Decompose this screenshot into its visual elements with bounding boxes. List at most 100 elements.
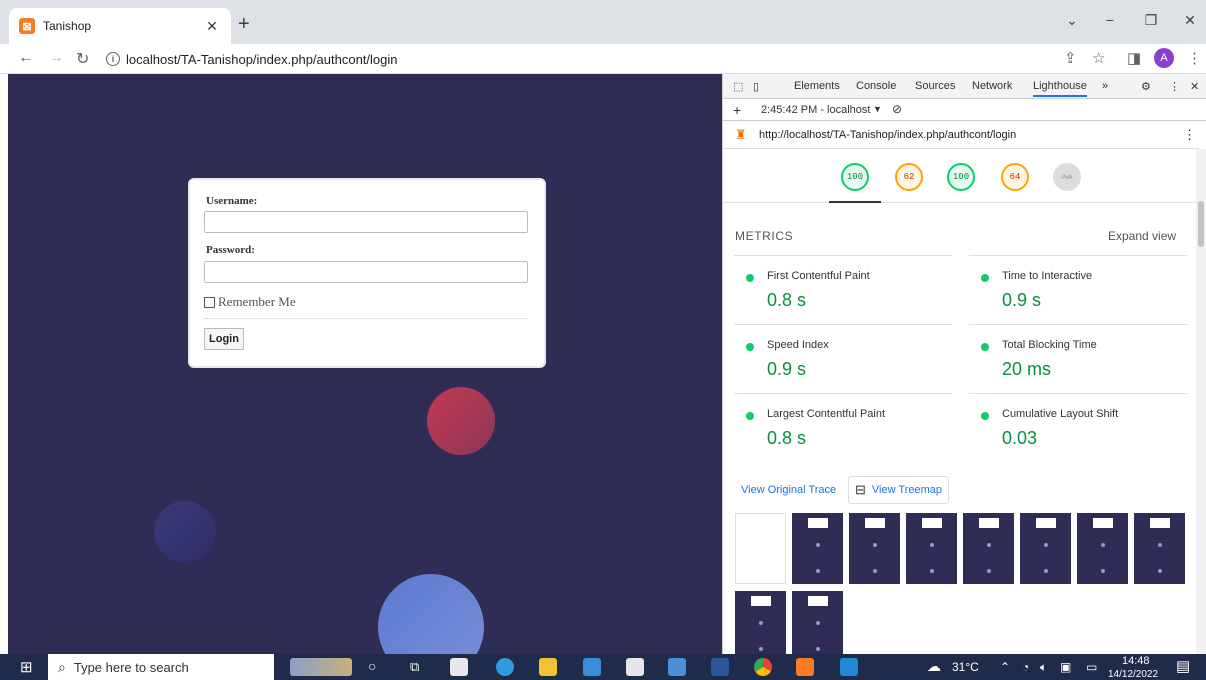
metric-item: Cumulative Layout Shift 0.03 — [969, 393, 1187, 462]
page-viewport: Username: Password: Remember Me Login — [8, 74, 722, 654]
reload-icon[interactable]: ↻ — [76, 49, 89, 69]
notification-icon[interactable]: ▤ — [1176, 657, 1190, 675]
tab-sources[interactable]: Sources — [915, 80, 955, 92]
profile-avatar[interactable]: A — [1154, 48, 1174, 68]
settings-gear-icon[interactable]: ⚙ — [1141, 80, 1151, 93]
audited-url[interactable]: http://localhost/TA-Tanishop/index.php/a… — [759, 129, 1016, 141]
performance-score-gauge[interactable]: 100 — [841, 163, 869, 191]
scrollbar-thumb[interactable] — [1198, 201, 1204, 247]
devtools-menu-icon[interactable]: ⋮ — [1169, 80, 1180, 93]
input-method-icon[interactable]: ▭ — [1086, 660, 1097, 674]
score-gauges: 100 62 100 64 PWA — [723, 149, 1199, 203]
divider — [204, 318, 528, 319]
forward-icon[interactable]: → — [48, 49, 64, 67]
word-app-icon[interactable] — [711, 658, 729, 676]
metric-value: 0.9 s — [767, 359, 807, 379]
seo-score-gauge[interactable]: 64 — [1001, 163, 1029, 191]
pwa-score-gauge[interactable]: PWA — [1053, 163, 1081, 191]
metric-name: Time to Interactive — [1002, 270, 1093, 282]
filmstrip-frame — [792, 513, 843, 584]
view-original-trace-button[interactable]: View Original Trace — [735, 476, 842, 504]
new-tab-icon[interactable]: + — [238, 13, 250, 36]
taskbar-search-placeholder: Type here to search — [73, 659, 189, 675]
address-url: localhost/TA-Tanishop/index.php/authcont… — [126, 51, 398, 67]
tab-close-icon[interactable]: ✕ — [203, 18, 221, 35]
report-selector[interactable]: 2:45:42 PM - localhost — [761, 104, 870, 116]
tab-elements[interactable]: Elements — [794, 80, 840, 92]
cortana-icon[interactable]: ○ — [368, 658, 376, 674]
browser-tab[interactable]: ⊠ Tanishop ✕ — [9, 8, 231, 44]
tab-lighthouse[interactable]: Lighthouse — [1033, 80, 1087, 97]
new-report-icon[interactable]: + — [733, 102, 741, 118]
microsoft-store-icon[interactable] — [626, 658, 644, 676]
side-panel-icon[interactable]: ◨ — [1127, 49, 1141, 67]
metric-name: First Contentful Paint — [767, 270, 870, 282]
decorative-circle — [154, 501, 216, 563]
devtools-scrollbar[interactable] — [1196, 149, 1206, 654]
metric-name: Total Blocking Time — [1002, 339, 1097, 351]
back-icon[interactable]: ← — [18, 49, 34, 67]
file-explorer-icon[interactable] — [539, 658, 557, 676]
temperature[interactable]: 31°C — [952, 660, 979, 674]
clock-time[interactable]: 14:48 — [1122, 655, 1150, 667]
clock-date[interactable]: 14/12/2022 — [1108, 669, 1158, 680]
devtools-close-icon[interactable]: ✕ — [1190, 80, 1199, 93]
filmstrip-frame — [1134, 513, 1185, 584]
tab-search-icon[interactable]: ⌄ — [1062, 12, 1082, 29]
address-bar[interactable]: i localhost/TA-Tanishop/index.php/authco… — [106, 47, 1056, 71]
bookmark-star-icon[interactable]: ☆ — [1092, 49, 1105, 67]
metrics-heading: METRICS — [735, 229, 794, 243]
username-input[interactable] — [204, 211, 528, 233]
device-toolbar-icon[interactable]: ▯ — [753, 80, 759, 93]
metric-item: Total Blocking Time 20 ms — [969, 324, 1187, 393]
tab-network[interactable]: Network — [972, 80, 1012, 92]
login-button[interactable]: Login — [204, 328, 244, 350]
best-practices-score-gauge[interactable]: 100 — [947, 163, 975, 191]
remember-me-checkbox[interactable] — [204, 296, 215, 308]
filmstrip-frame — [849, 513, 900, 584]
chrome-app-icon[interactable] — [754, 658, 772, 676]
windows-taskbar: ⊞ ⌕ Type here to search ○ ⧉ ☁ 31°C ⌃ ◔ 🔈… — [0, 654, 1206, 680]
share-icon[interactable]: ⇪ — [1064, 49, 1077, 67]
metric-name: Cumulative Layout Shift — [1002, 408, 1119, 420]
volume-icon[interactable]: 🔈︎ — [1040, 660, 1047, 675]
network-icon[interactable]: ◔ — [1022, 660, 1029, 674]
window-close-icon[interactable]: ✕ — [1180, 12, 1200, 29]
tab-console[interactable]: Console — [856, 80, 896, 92]
inspect-icon[interactable]: ⬚ — [733, 80, 743, 93]
login-form: Username: Password: Remember Me Login — [190, 180, 544, 366]
xampp-app-icon[interactable] — [796, 658, 814, 676]
photos-app-icon[interactable] — [668, 658, 686, 676]
clear-reports-icon[interactable]: ⊘ — [892, 102, 902, 116]
show-hidden-icons-icon[interactable]: ⌃ — [1000, 660, 1010, 674]
lighthouse-toolbar: + 2:45:42 PM - localhost ▼ ⊘ — [723, 99, 1206, 121]
more-tabs-icon[interactable]: » — [1102, 80, 1108, 92]
edge-browser-icon[interactable] — [496, 658, 514, 676]
site-info-icon[interactable]: i — [106, 52, 120, 66]
audited-url-bar: ♜ http://localhost/TA-Tanishop/index.php… — [723, 121, 1199, 149]
weather-cloud-icon[interactable]: ☁ — [927, 658, 941, 675]
remember-me[interactable]: Remember Me — [204, 294, 296, 310]
mail-app-icon[interactable] — [583, 658, 601, 676]
meet-now-icon[interactable]: ▣ — [1060, 660, 1071, 674]
xampp-favicon-icon: ⊠ — [19, 18, 35, 34]
paint-app-icon[interactable] — [450, 658, 468, 676]
restore-icon[interactable]: ❐ — [1141, 12, 1161, 29]
windows-start-icon[interactable]: ⊞ — [20, 658, 33, 676]
report-menu-icon[interactable]: ⋮ — [1183, 127, 1196, 143]
task-view-icon[interactable]: ⧉ — [410, 659, 419, 675]
dropdown-arrow-icon[interactable]: ▼ — [873, 104, 882, 114]
minimize-icon[interactable]: − — [1100, 12, 1120, 28]
pass-indicator-icon — [746, 412, 754, 420]
browser-menu-icon[interactable]: ⋮ — [1187, 49, 1202, 67]
tab-title: Tanishop — [43, 19, 92, 33]
taskbar-search-box[interactable]: ⌕ Type here to search — [48, 654, 274, 680]
password-input[interactable] — [204, 261, 528, 283]
search-highlight-image[interactable] — [290, 658, 352, 676]
devtools-panel: ⬚ ▯ Elements Console Sources Network Lig… — [722, 74, 1206, 654]
pass-indicator-icon — [981, 343, 989, 351]
view-treemap-button[interactable]: ⊟ View Treemap — [848, 476, 950, 504]
vscode-app-icon[interactable] — [840, 658, 858, 676]
accessibility-score-gauge[interactable]: 62 — [895, 163, 923, 191]
expand-view-toggle[interactable]: Expand view — [1108, 229, 1176, 243]
